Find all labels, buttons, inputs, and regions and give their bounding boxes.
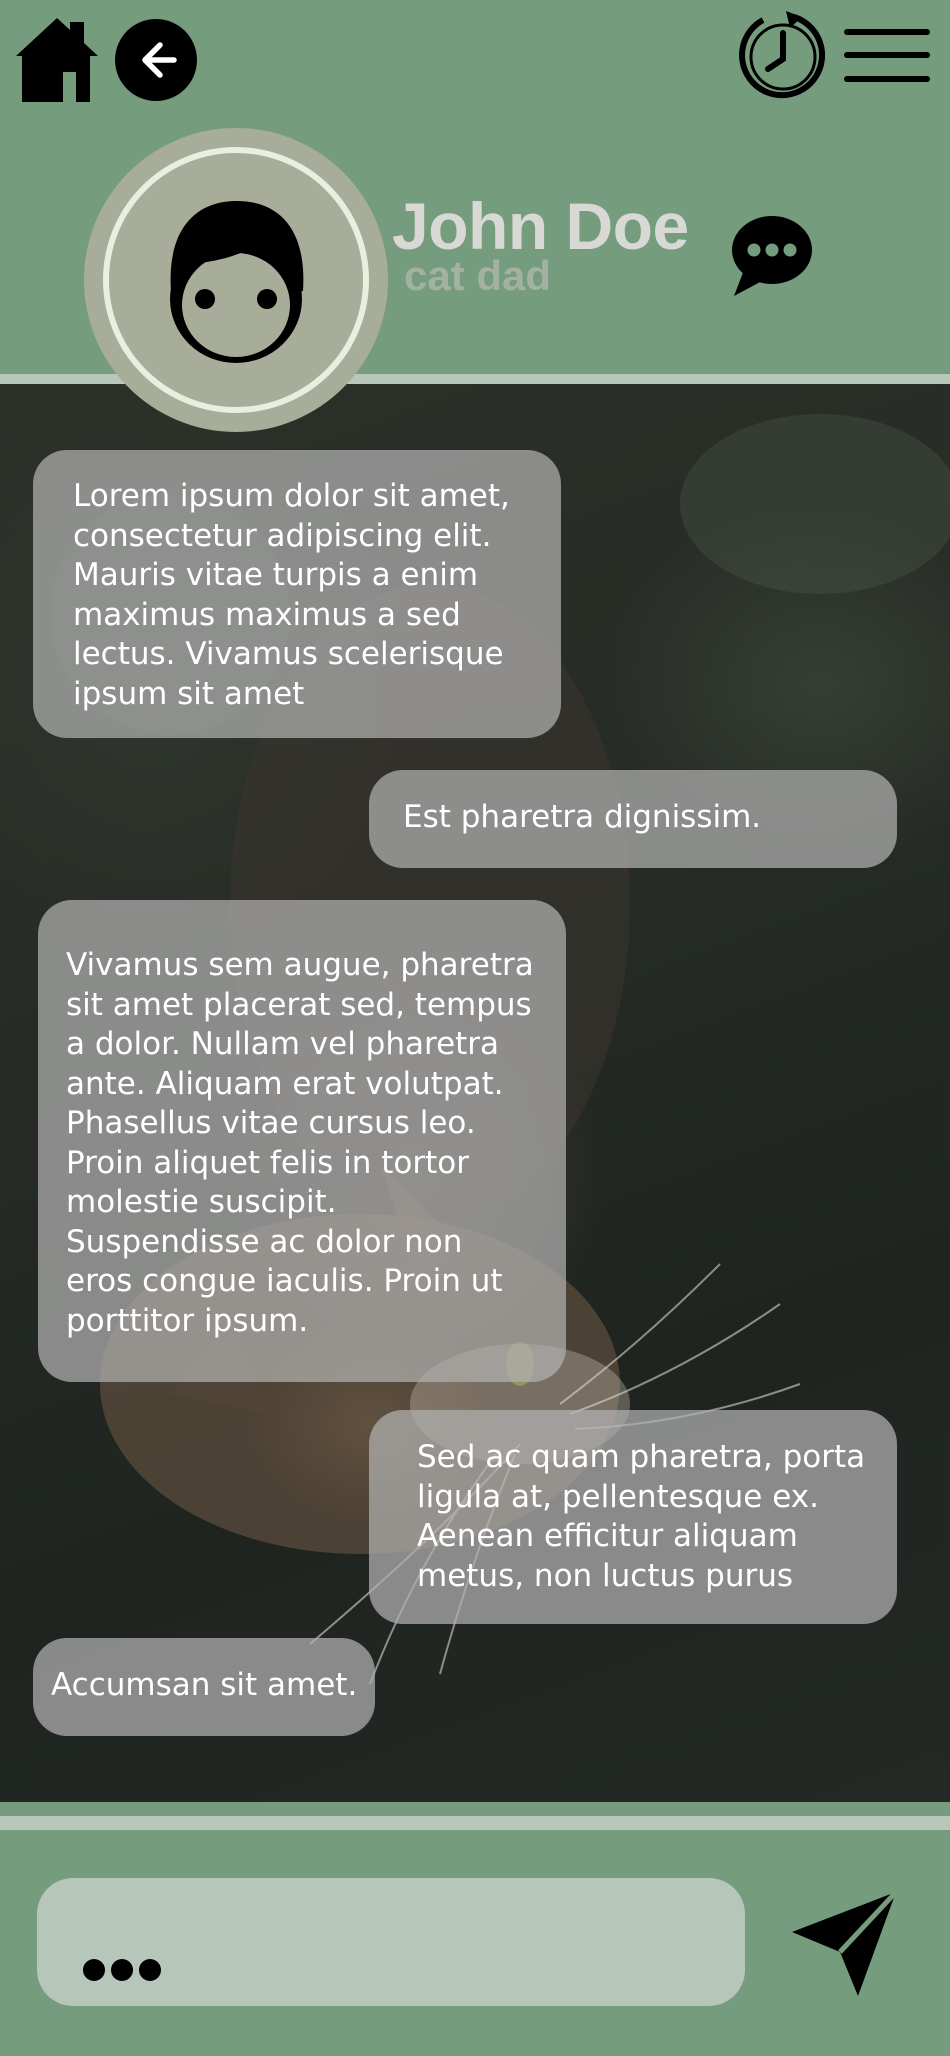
footer-divider (0, 1816, 950, 1830)
avatar-frame (103, 147, 369, 413)
ellipsis-icon (83, 1959, 161, 1981)
avatar[interactable] (84, 128, 388, 432)
chat-thread[interactable]: Lorem ipsum dolor sit amet, consectetur … (0, 384, 950, 1802)
chat-bubble-icon[interactable] (728, 214, 812, 298)
message-bubble-received: Vivamus sem augue, pharetra sit amet pla… (38, 900, 566, 1382)
home-icon[interactable] (10, 10, 104, 104)
composer-bar (0, 1830, 950, 2056)
message-input[interactable] (37, 1878, 745, 2006)
message-bubble-received: Lorem ipsum dolor sit amet, consectetur … (33, 450, 561, 738)
hamburger-menu-icon[interactable] (842, 26, 932, 86)
message-bubble-received: Accumsan sit amet. (33, 1638, 375, 1736)
message-bubble-sent: Est pharetra dignissim. (369, 770, 897, 868)
user-face-icon (170, 201, 304, 363)
back-arrow-icon[interactable] (114, 18, 198, 102)
send-icon[interactable] (786, 1888, 900, 2000)
history-clock-icon[interactable] (736, 8, 830, 102)
message-bubble-sent: Sed ac quam pharetra, porta ligula at, p… (369, 1410, 897, 1624)
profile-subtitle: cat dad (404, 252, 552, 299)
